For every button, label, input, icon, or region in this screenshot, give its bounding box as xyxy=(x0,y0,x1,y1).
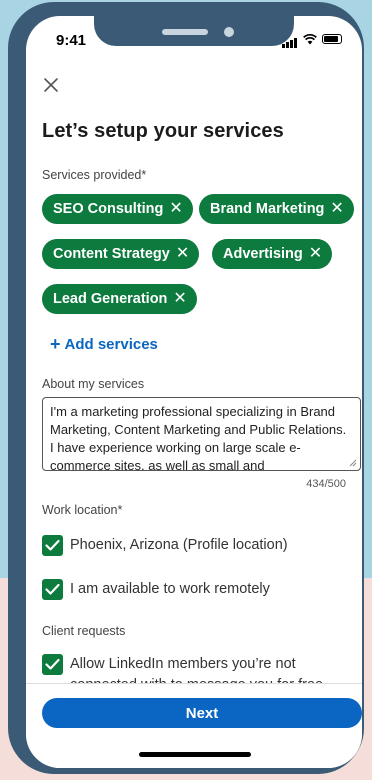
checkbox-remote[interactable]: I am available to work remotely xyxy=(42,579,270,600)
work-location-label: Work location* xyxy=(42,503,123,517)
character-counter: 434/500 xyxy=(306,478,346,490)
remove-icon[interactable]: ✕ xyxy=(309,246,322,262)
remove-icon[interactable]: ✕ xyxy=(173,291,186,307)
checkmark-icon xyxy=(45,583,60,595)
about-label: About my services xyxy=(42,377,145,391)
service-chip[interactable]: SEO Consulting ✕ xyxy=(42,194,193,224)
battery-icon xyxy=(322,34,342,44)
remove-icon[interactable]: ✕ xyxy=(176,246,189,262)
status-bar: 9:41 xyxy=(26,16,362,60)
about-services-textarea[interactable]: I'm a marketing professional specializin… xyxy=(42,397,361,471)
camera-icon xyxy=(224,27,234,37)
service-chip[interactable]: Lead Generation ✕ xyxy=(42,284,197,314)
device-notch xyxy=(94,16,294,46)
checkbox-label: I am available to work remotely xyxy=(70,581,270,597)
checkbox-profile-location[interactable]: Phoenix, Arizona (Profile location) xyxy=(42,535,288,556)
remove-icon[interactable]: ✕ xyxy=(169,201,182,217)
service-chip-label: Lead Generation xyxy=(53,291,168,307)
service-chip-label: SEO Consulting xyxy=(53,201,164,217)
checkbox-label: Phoenix, Arizona (Profile location) xyxy=(70,537,288,553)
close-icon[interactable] xyxy=(40,74,62,96)
status-time: 9:41 xyxy=(56,32,87,49)
service-chip-label: Content Strategy xyxy=(53,246,170,262)
checkbox-checked[interactable] xyxy=(42,654,63,675)
service-chip-label: Advertising xyxy=(223,246,303,262)
checkmark-icon xyxy=(45,539,60,551)
phone-frame: 9:41 Let’s setup your services Services … xyxy=(8,2,364,774)
page-title: Let’s setup your services xyxy=(42,120,284,142)
client-requests-label: Client requests xyxy=(42,624,126,638)
wifi-icon xyxy=(303,33,317,44)
checkmark-icon xyxy=(45,658,60,670)
about-services-text: I'm a marketing professional specializin… xyxy=(50,404,347,471)
add-services-button[interactable]: + Add services xyxy=(50,334,158,355)
signal-icon xyxy=(282,30,298,48)
home-indicator[interactable] xyxy=(139,752,251,757)
app-screen: 9:41 Let’s setup your services Services … xyxy=(26,16,362,768)
resize-handle-icon[interactable] xyxy=(349,459,357,467)
services-label: Services provided* xyxy=(42,168,147,182)
service-chip[interactable]: Brand Marketing ✕ xyxy=(199,194,354,224)
plus-icon: + xyxy=(50,334,61,354)
next-button[interactable]: Next xyxy=(42,698,362,728)
status-icons xyxy=(282,30,342,48)
speaker-icon xyxy=(162,29,208,35)
checkbox-checked[interactable] xyxy=(42,579,63,600)
service-chip[interactable]: Advertising ✕ xyxy=(212,239,333,269)
service-chip-label: Brand Marketing xyxy=(210,201,325,217)
remove-icon[interactable]: ✕ xyxy=(330,201,343,217)
checkbox-checked[interactable] xyxy=(42,535,63,556)
add-services-label: Add services xyxy=(64,336,158,353)
service-chip[interactable]: Content Strategy ✕ xyxy=(42,239,200,269)
